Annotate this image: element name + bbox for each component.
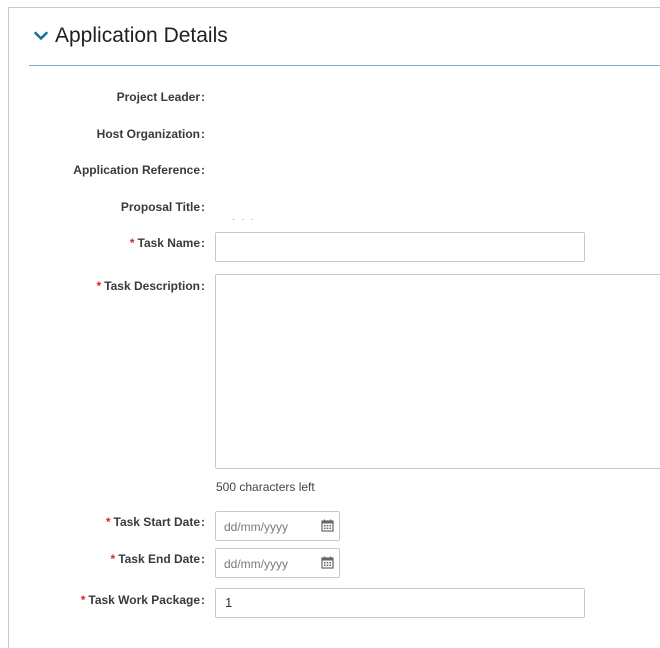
task-name-input[interactable] <box>215 232 585 262</box>
proposal-title-label: Proposal Title: <box>120 200 205 214</box>
proposal-title-value-placeholder: ··· <box>232 214 260 225</box>
application-details-panel: Application Details Project Leader: Host… <box>8 7 660 648</box>
date-placeholder: dd/mm/yyyy <box>224 557 289 571</box>
task-start-date-label: * Task Start Date: <box>105 515 205 529</box>
required-marker: * <box>105 515 111 529</box>
required-marker: * <box>80 593 86 607</box>
host-organization-label: Host Organization: <box>96 127 205 141</box>
required-marker: * <box>129 236 135 250</box>
date-placeholder: dd/mm/yyyy <box>224 520 289 534</box>
task-end-date-label: * Task End Date: <box>110 552 205 566</box>
task-end-date-input[interactable]: dd/mm/yyyy <box>215 548 340 578</box>
required-marker: * <box>96 279 102 293</box>
required-marker: * <box>110 552 116 566</box>
calendar-icon[interactable] <box>321 519 334 532</box>
task-name-label: * Task Name: <box>129 236 205 250</box>
task-description-textarea[interactable] <box>215 274 660 469</box>
calendar-icon[interactable] <box>321 556 334 569</box>
chevron-down-icon[interactable] <box>33 28 49 44</box>
task-work-package-input[interactable]: 1 <box>215 588 585 618</box>
task-work-package-label: * Task Work Package: <box>80 593 205 607</box>
task-description-label: * Task Description: <box>96 279 205 293</box>
task-start-date-input[interactable]: dd/mm/yyyy <box>215 511 340 541</box>
section-header[interactable]: Application Details <box>29 8 660 66</box>
section-title: Application Details <box>55 24 228 47</box>
characters-left-counter: 500 characters left <box>216 480 315 494</box>
project-leader-label: Project Leader: <box>116 90 205 104</box>
application-reference-label: Application Reference: <box>73 163 205 177</box>
